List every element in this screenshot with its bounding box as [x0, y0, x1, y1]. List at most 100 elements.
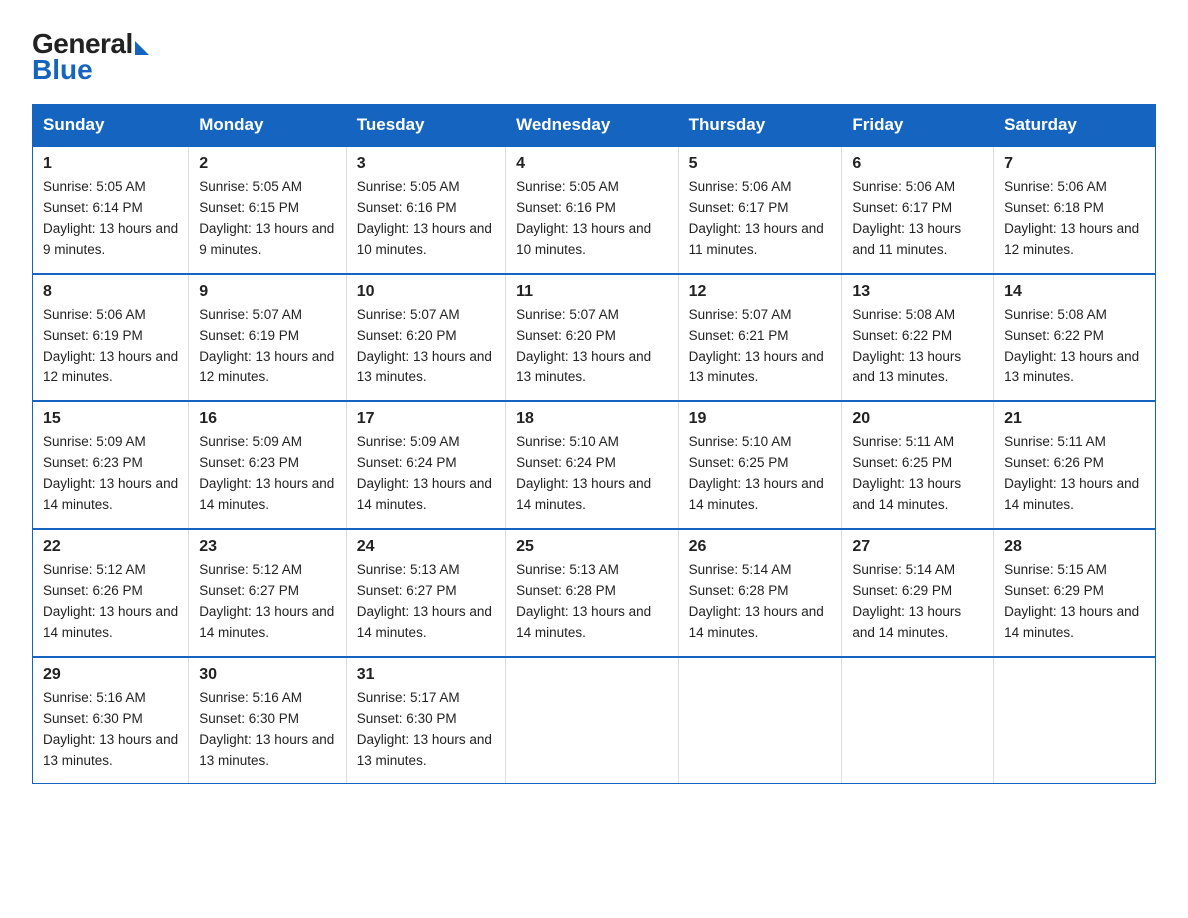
day-number: 19 — [689, 410, 832, 428]
calendar-table: SundayMondayTuesdayWednesdayThursdayFrid… — [32, 104, 1156, 784]
calendar-cell: 31 Sunrise: 5:17 AMSunset: 6:30 PMDaylig… — [346, 657, 505, 784]
calendar-cell: 14 Sunrise: 5:08 AMSunset: 6:22 PMDaylig… — [994, 274, 1156, 402]
calendar-cell — [842, 657, 994, 784]
calendar-cell: 11 Sunrise: 5:07 AMSunset: 6:20 PMDaylig… — [506, 274, 679, 402]
calendar-week-row: 8 Sunrise: 5:06 AMSunset: 6:19 PMDayligh… — [33, 274, 1156, 402]
day-number: 20 — [852, 410, 983, 428]
day-header-sunday: Sunday — [33, 105, 189, 147]
day-info: Sunrise: 5:06 AMSunset: 6:17 PMDaylight:… — [689, 179, 824, 257]
calendar-header-row: SundayMondayTuesdayWednesdayThursdayFrid… — [33, 105, 1156, 147]
calendar-cell: 21 Sunrise: 5:11 AMSunset: 6:26 PMDaylig… — [994, 401, 1156, 529]
day-header-tuesday: Tuesday — [346, 105, 505, 147]
day-info: Sunrise: 5:09 AMSunset: 6:23 PMDaylight:… — [43, 434, 178, 512]
calendar-week-row: 22 Sunrise: 5:12 AMSunset: 6:26 PMDaylig… — [33, 529, 1156, 657]
calendar-week-row: 15 Sunrise: 5:09 AMSunset: 6:23 PMDaylig… — [33, 401, 1156, 529]
day-info: Sunrise: 5:07 AMSunset: 6:20 PMDaylight:… — [357, 307, 492, 385]
calendar-cell: 12 Sunrise: 5:07 AMSunset: 6:21 PMDaylig… — [678, 274, 842, 402]
day-number: 1 — [43, 155, 178, 173]
calendar-cell: 26 Sunrise: 5:14 AMSunset: 6:28 PMDaylig… — [678, 529, 842, 657]
day-number: 23 — [199, 538, 336, 556]
day-info: Sunrise: 5:06 AMSunset: 6:18 PMDaylight:… — [1004, 179, 1139, 257]
day-number: 13 — [852, 283, 983, 301]
day-number: 31 — [357, 666, 495, 684]
calendar-cell: 13 Sunrise: 5:08 AMSunset: 6:22 PMDaylig… — [842, 274, 994, 402]
day-number: 28 — [1004, 538, 1145, 556]
day-info: Sunrise: 5:17 AMSunset: 6:30 PMDaylight:… — [357, 690, 492, 768]
calendar-cell: 29 Sunrise: 5:16 AMSunset: 6:30 PMDaylig… — [33, 657, 189, 784]
day-header-friday: Friday — [842, 105, 994, 147]
day-number: 9 — [199, 283, 336, 301]
calendar-cell — [994, 657, 1156, 784]
day-number: 16 — [199, 410, 336, 428]
day-info: Sunrise: 5:12 AMSunset: 6:26 PMDaylight:… — [43, 562, 178, 640]
day-number: 4 — [516, 155, 668, 173]
calendar-cell: 3 Sunrise: 5:05 AMSunset: 6:16 PMDayligh… — [346, 146, 505, 274]
day-info: Sunrise: 5:08 AMSunset: 6:22 PMDaylight:… — [1004, 307, 1139, 385]
day-info: Sunrise: 5:11 AMSunset: 6:25 PMDaylight:… — [852, 434, 961, 512]
calendar-cell: 16 Sunrise: 5:09 AMSunset: 6:23 PMDaylig… — [189, 401, 347, 529]
day-header-saturday: Saturday — [994, 105, 1156, 147]
day-number: 14 — [1004, 283, 1145, 301]
day-info: Sunrise: 5:14 AMSunset: 6:29 PMDaylight:… — [852, 562, 961, 640]
calendar-cell: 6 Sunrise: 5:06 AMSunset: 6:17 PMDayligh… — [842, 146, 994, 274]
day-number: 25 — [516, 538, 668, 556]
calendar-cell: 8 Sunrise: 5:06 AMSunset: 6:19 PMDayligh… — [33, 274, 189, 402]
day-info: Sunrise: 5:09 AMSunset: 6:23 PMDaylight:… — [199, 434, 334, 512]
calendar-cell: 15 Sunrise: 5:09 AMSunset: 6:23 PMDaylig… — [33, 401, 189, 529]
calendar-cell: 9 Sunrise: 5:07 AMSunset: 6:19 PMDayligh… — [189, 274, 347, 402]
day-info: Sunrise: 5:10 AMSunset: 6:25 PMDaylight:… — [689, 434, 824, 512]
day-number: 15 — [43, 410, 178, 428]
calendar-cell: 24 Sunrise: 5:13 AMSunset: 6:27 PMDaylig… — [346, 529, 505, 657]
calendar-cell — [678, 657, 842, 784]
day-info: Sunrise: 5:08 AMSunset: 6:22 PMDaylight:… — [852, 307, 961, 385]
day-number: 18 — [516, 410, 668, 428]
day-number: 10 — [357, 283, 495, 301]
day-info: Sunrise: 5:11 AMSunset: 6:26 PMDaylight:… — [1004, 434, 1139, 512]
calendar-cell: 2 Sunrise: 5:05 AMSunset: 6:15 PMDayligh… — [189, 146, 347, 274]
calendar-cell: 17 Sunrise: 5:09 AMSunset: 6:24 PMDaylig… — [346, 401, 505, 529]
day-info: Sunrise: 5:15 AMSunset: 6:29 PMDaylight:… — [1004, 562, 1139, 640]
day-info: Sunrise: 5:10 AMSunset: 6:24 PMDaylight:… — [516, 434, 651, 512]
day-number: 24 — [357, 538, 495, 556]
day-info: Sunrise: 5:07 AMSunset: 6:21 PMDaylight:… — [689, 307, 824, 385]
day-header-monday: Monday — [189, 105, 347, 147]
calendar-cell: 30 Sunrise: 5:16 AMSunset: 6:30 PMDaylig… — [189, 657, 347, 784]
day-number: 27 — [852, 538, 983, 556]
calendar-cell: 4 Sunrise: 5:05 AMSunset: 6:16 PMDayligh… — [506, 146, 679, 274]
day-number: 30 — [199, 666, 336, 684]
day-number: 29 — [43, 666, 178, 684]
calendar-week-row: 1 Sunrise: 5:05 AMSunset: 6:14 PMDayligh… — [33, 146, 1156, 274]
day-info: Sunrise: 5:06 AMSunset: 6:19 PMDaylight:… — [43, 307, 178, 385]
day-number: 2 — [199, 155, 336, 173]
day-number: 12 — [689, 283, 832, 301]
day-number: 3 — [357, 155, 495, 173]
day-info: Sunrise: 5:14 AMSunset: 6:28 PMDaylight:… — [689, 562, 824, 640]
calendar-cell: 7 Sunrise: 5:06 AMSunset: 6:18 PMDayligh… — [994, 146, 1156, 274]
day-info: Sunrise: 5:13 AMSunset: 6:28 PMDaylight:… — [516, 562, 651, 640]
day-info: Sunrise: 5:12 AMSunset: 6:27 PMDaylight:… — [199, 562, 334, 640]
page-header: General Blue — [32, 24, 1156, 86]
calendar-cell: 22 Sunrise: 5:12 AMSunset: 6:26 PMDaylig… — [33, 529, 189, 657]
calendar-cell: 25 Sunrise: 5:13 AMSunset: 6:28 PMDaylig… — [506, 529, 679, 657]
day-number: 6 — [852, 155, 983, 173]
day-info: Sunrise: 5:05 AMSunset: 6:14 PMDaylight:… — [43, 179, 178, 257]
calendar-cell: 23 Sunrise: 5:12 AMSunset: 6:27 PMDaylig… — [189, 529, 347, 657]
calendar-cell: 20 Sunrise: 5:11 AMSunset: 6:25 PMDaylig… — [842, 401, 994, 529]
day-info: Sunrise: 5:05 AMSunset: 6:16 PMDaylight:… — [516, 179, 651, 257]
day-info: Sunrise: 5:05 AMSunset: 6:15 PMDaylight:… — [199, 179, 334, 257]
logo-triangle-icon — [135, 41, 149, 55]
calendar-cell: 5 Sunrise: 5:06 AMSunset: 6:17 PMDayligh… — [678, 146, 842, 274]
calendar-cell — [506, 657, 679, 784]
day-header-thursday: Thursday — [678, 105, 842, 147]
logo: General Blue — [32, 28, 149, 86]
day-number: 21 — [1004, 410, 1145, 428]
calendar-cell: 1 Sunrise: 5:05 AMSunset: 6:14 PMDayligh… — [33, 146, 189, 274]
day-info: Sunrise: 5:16 AMSunset: 6:30 PMDaylight:… — [199, 690, 334, 768]
calendar-cell: 10 Sunrise: 5:07 AMSunset: 6:20 PMDaylig… — [346, 274, 505, 402]
day-number: 5 — [689, 155, 832, 173]
day-number: 8 — [43, 283, 178, 301]
day-info: Sunrise: 5:09 AMSunset: 6:24 PMDaylight:… — [357, 434, 492, 512]
day-header-wednesday: Wednesday — [506, 105, 679, 147]
day-info: Sunrise: 5:16 AMSunset: 6:30 PMDaylight:… — [43, 690, 178, 768]
day-number: 11 — [516, 283, 668, 301]
